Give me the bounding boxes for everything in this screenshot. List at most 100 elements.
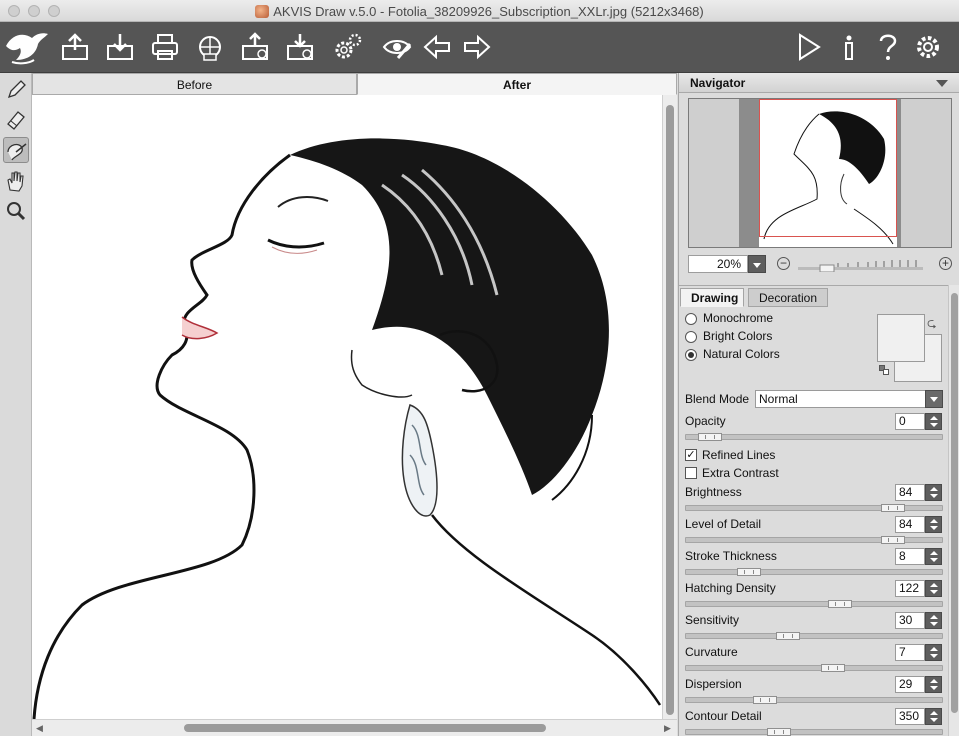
undo-icon[interactable] [420, 30, 454, 64]
contour-detail-stepper[interactable] [925, 708, 942, 725]
bright-colors-label: Bright Colors [703, 329, 773, 343]
image-canvas[interactable] [32, 95, 662, 719]
level-of-detail-slider[interactable] [685, 536, 943, 544]
share-icon[interactable] [193, 30, 227, 64]
hatching-density-label: Hatching Density [685, 581, 776, 595]
zoom-tool[interactable] [3, 199, 29, 225]
level-of-detail-label: Level of Detail [685, 517, 762, 531]
sensitivity-input[interactable]: 30 [895, 612, 925, 629]
monochrome-radio[interactable] [685, 313, 697, 325]
contour-detail-slider[interactable] [685, 728, 943, 736]
scroll-right-arrow-icon[interactable]: ▶ [664, 723, 671, 734]
navigator-header[interactable]: Navigator [679, 73, 959, 93]
navigator-right-margin [901, 99, 951, 247]
main-toolbar [0, 22, 959, 73]
curvature-slider-knob[interactable] [821, 664, 845, 672]
tool-palette [0, 73, 32, 736]
hatching-density-stepper[interactable] [925, 580, 942, 597]
curvature-stepper[interactable] [925, 644, 942, 661]
dispersion-slider-knob[interactable] [753, 696, 777, 704]
settings-panel: Drawing Decoration Monochrome Bright Col… [679, 285, 948, 736]
reset-colors-icon[interactable] [879, 365, 889, 375]
zoom-in-icon[interactable]: + [939, 257, 952, 270]
extra-contrast-label: Extra Contrast [702, 466, 779, 480]
opacity-input[interactable]: 0 [895, 413, 925, 430]
collapse-chevron-icon[interactable] [936, 80, 948, 87]
curvature-input[interactable]: 7 [895, 644, 925, 661]
level-of-detail-slider-knob[interactable] [881, 536, 905, 544]
opacity-slider-knob[interactable] [698, 433, 722, 441]
brightness-slider[interactable] [685, 504, 943, 512]
save-image-icon[interactable] [103, 30, 137, 64]
eraser-tool[interactable] [3, 107, 29, 133]
level-of-detail-stepper[interactable] [925, 516, 942, 533]
zoom-out-icon[interactable]: − [777, 257, 790, 270]
level-of-detail-input[interactable]: 84 [895, 516, 925, 533]
stroke-thickness-input[interactable]: 8 [895, 548, 925, 565]
settings-scroll-thumb[interactable] [951, 293, 958, 713]
bright-colors-radio[interactable] [685, 331, 697, 343]
opacity-slider[interactable] [685, 433, 943, 441]
scroll-left-arrow-icon[interactable]: ◀ [36, 723, 43, 734]
blend-mode-select[interactable]: Normal [755, 390, 943, 408]
stroke-thickness-stepper[interactable] [925, 548, 942, 565]
opacity-stepper[interactable] [925, 413, 942, 430]
horizontal-scroll-thumb[interactable] [184, 724, 546, 732]
stroke-thickness-slider-knob[interactable] [737, 568, 761, 576]
navigator-preview[interactable] [688, 98, 952, 248]
tab-drawing[interactable]: Drawing [680, 288, 744, 307]
vertical-scroll-thumb[interactable] [666, 105, 674, 715]
hatching-density-slider-knob[interactable] [828, 600, 852, 608]
run-icon[interactable] [791, 30, 825, 64]
contour-detail-input[interactable]: 350 [895, 708, 925, 725]
batch-icon[interactable] [283, 30, 317, 64]
hatching-density-input[interactable]: 122 [895, 580, 925, 597]
dispersion-stepper[interactable] [925, 676, 942, 693]
print-icon[interactable] [148, 30, 182, 64]
zoom-field[interactable]: 20% [688, 255, 748, 273]
hatching-density-slider[interactable] [685, 600, 943, 608]
tab-before[interactable]: Before [32, 73, 357, 95]
preset-icon[interactable] [238, 30, 272, 64]
dispersion-input[interactable]: 29 [895, 676, 925, 693]
info-icon[interactable] [832, 30, 866, 64]
app-icon [255, 5, 270, 18]
settings-scrollbar[interactable] [948, 285, 959, 736]
sensitivity-slider-knob[interactable] [776, 632, 800, 640]
dispersion-slider[interactable] [685, 696, 943, 704]
smudge-tool[interactable] [3, 137, 29, 163]
sensitivity-slider[interactable] [685, 632, 943, 640]
hand-tool[interactable] [3, 168, 29, 194]
sensitivity-stepper[interactable] [925, 612, 942, 629]
brightness-slider-knob[interactable] [881, 504, 905, 512]
canvas-horizontal-scrollbar[interactable]: ◀ ▶ [32, 719, 677, 736]
sketch-image [32, 138, 662, 719]
brightness-label: Brightness [685, 485, 742, 499]
curvature-slider[interactable] [685, 664, 943, 672]
foreground-color-swatch[interactable] [877, 314, 925, 362]
redo-icon[interactable] [460, 30, 494, 64]
tab-decoration[interactable]: Decoration [748, 288, 828, 307]
navigator-viewport-frame[interactable] [759, 99, 897, 237]
navigator-left-margin [689, 99, 739, 247]
contour-detail-slider-knob[interactable] [767, 728, 791, 736]
help-icon[interactable] [871, 30, 905, 64]
chevron-down-icon[interactable] [925, 390, 943, 408]
title-bar: AKVIS Draw v.5.0 - Fotolia_38209926_Subs… [0, 0, 959, 22]
preview-eye-icon[interactable] [380, 30, 414, 64]
brightness-stepper[interactable] [925, 484, 942, 501]
stroke-thickness-slider[interactable] [685, 568, 943, 576]
settings-icon[interactable] [911, 30, 945, 64]
open-image-icon[interactable] [58, 30, 92, 64]
canvas-vertical-scrollbar[interactable] [662, 95, 677, 719]
pencil-tool[interactable] [3, 77, 29, 103]
extra-contrast-checkbox[interactable] [685, 467, 697, 479]
zoom-slider[interactable] [798, 260, 923, 273]
natural-colors-radio[interactable] [685, 349, 697, 361]
tab-after[interactable]: After [357, 73, 677, 95]
refined-lines-checkbox[interactable]: ✓ [685, 449, 697, 461]
preferences-icon[interactable] [331, 30, 365, 64]
zoom-dropdown-button[interactable] [748, 255, 766, 273]
swap-colors-icon[interactable]: ⮎ [927, 314, 937, 335]
brightness-input[interactable]: 84 [895, 484, 925, 501]
